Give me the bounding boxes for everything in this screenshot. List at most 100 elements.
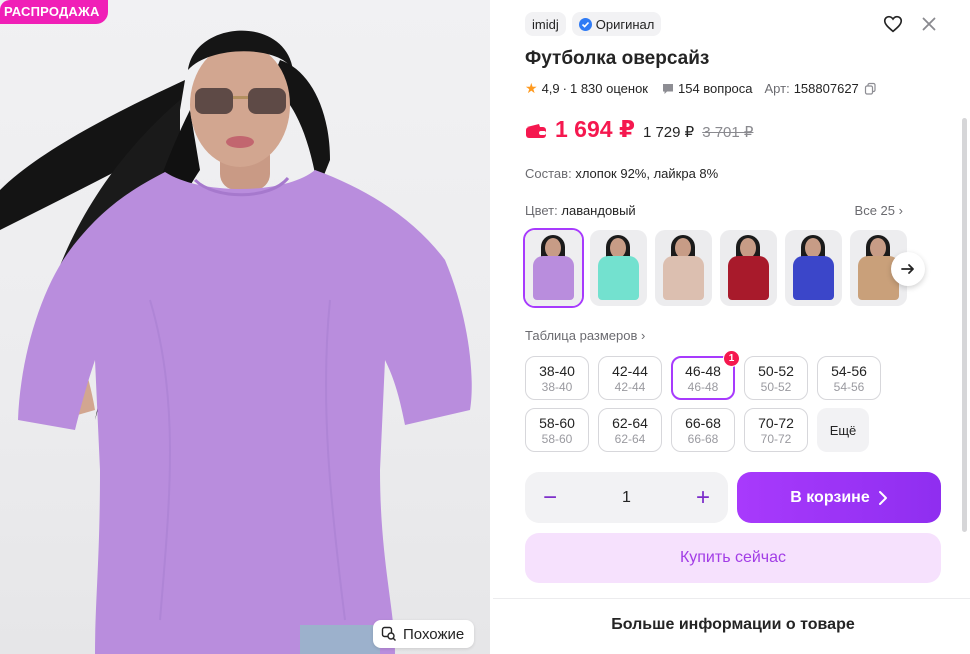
price-old: 3 701 ₽ xyxy=(702,124,754,141)
in-cart-label: В корзине xyxy=(790,488,870,506)
composition: Состав: хлопок 92%, лайкра 8% xyxy=(525,166,718,181)
star-icon: ★ xyxy=(525,80,538,96)
color-thumb-lavender[interactable] xyxy=(523,228,584,308)
chevron-right-icon: › xyxy=(641,328,646,343)
thumb-shirt xyxy=(728,256,769,300)
quantity-value: 1 xyxy=(622,488,631,506)
heart-icon[interactable] xyxy=(882,13,904,35)
model-illustration xyxy=(0,30,472,654)
size-ru: 54-56 xyxy=(831,363,867,379)
size-option[interactable]: 50-52 50-52 xyxy=(744,356,808,400)
rating-value: 4,9 xyxy=(541,81,560,96)
size-alt: 66-68 xyxy=(687,432,719,446)
quantity-stepper: − 1 + xyxy=(525,472,728,523)
verified-check-icon xyxy=(578,17,592,31)
color-label: Цвет: xyxy=(525,203,558,218)
brand-name: imidj xyxy=(532,16,559,32)
cart-count-badge: 1 xyxy=(723,350,740,367)
thumb-face xyxy=(740,238,756,258)
size-table-link[interactable]: Таблица размеров › xyxy=(525,328,645,343)
size-ru: 50-52 xyxy=(758,363,794,379)
question-icon xyxy=(662,83,673,94)
all-colors-link[interactable]: Все 25 › xyxy=(855,203,903,218)
color-thumbnails xyxy=(523,228,907,308)
thumb-face xyxy=(675,238,691,258)
size-option[interactable]: 66-68 66-68 xyxy=(671,408,735,452)
original-label: Оригинал xyxy=(595,16,655,32)
sale-badge: РАСПРОДАЖА xyxy=(0,0,108,24)
size-alt: 42-44 xyxy=(614,380,646,394)
size-ru: 42-44 xyxy=(612,363,648,379)
size-selector: 38-40 38-40 42-44 42-44 46-48 46-48 1 50-52 50-5… xyxy=(525,350,905,452)
thumb-face xyxy=(610,238,626,258)
size-option[interactable]: 58-60 58-60 xyxy=(525,408,589,452)
similar-button[interactable]: Похожие xyxy=(373,620,475,648)
size-alt: 50-52 xyxy=(760,380,792,394)
size-option[interactable]: 70-72 70-72 xyxy=(744,408,808,452)
size-alt: 62-64 xyxy=(614,432,646,446)
thumb-shirt xyxy=(663,256,704,300)
size-table-label: Таблица размеров xyxy=(525,328,638,343)
divider xyxy=(493,598,970,599)
price-regular: 1 729 ₽ xyxy=(642,124,695,141)
more-info-link[interactable]: Больше информации о товаре xyxy=(493,616,970,634)
size-alt: 46-48 xyxy=(687,380,719,394)
all-colors-label: Все 25 xyxy=(854,203,896,218)
thumb-shirt xyxy=(793,256,834,300)
color-thumb-blue[interactable] xyxy=(785,230,842,306)
product-modal: РАСПРОДАЖА Похожие imidj Оригинал Футбол… xyxy=(0,0,970,654)
questions-link[interactable]: 154 вопроса xyxy=(678,81,753,96)
increase-button[interactable]: + xyxy=(696,485,710,510)
close-icon[interactable] xyxy=(918,13,940,35)
chevron-right-icon: › xyxy=(898,203,903,218)
size-option[interactable]: 46-48 46-48 1 xyxy=(671,350,740,400)
color-thumb-mint[interactable] xyxy=(590,230,647,306)
thumb-face xyxy=(870,238,886,258)
top-actions xyxy=(882,13,940,35)
size-option[interactable]: 62-64 62-64 xyxy=(598,408,662,452)
reviews-link[interactable]: 1 830 оценок xyxy=(570,81,648,96)
size-option[interactable]: 38-40 38-40 xyxy=(525,356,589,400)
size-option[interactable]: 42-44 42-44 xyxy=(598,356,662,400)
article-number: 158807627 xyxy=(793,81,859,96)
copy-icon[interactable] xyxy=(864,82,877,95)
size-ru: 46-48 xyxy=(685,363,721,379)
more-sizes-button[interactable]: Ещё xyxy=(817,408,869,452)
price-row: 1 694 ₽ 1 729 ₽ 3 701 ₽ xyxy=(525,116,753,143)
similar-label: Похожие xyxy=(403,625,465,643)
scrollbar[interactable] xyxy=(962,118,967,532)
original-tag: Оригинал xyxy=(571,12,662,36)
product-title: Футболка оверсайз xyxy=(525,48,710,69)
size-ru: 58-60 xyxy=(539,415,575,431)
size-alt: 58-60 xyxy=(541,432,573,446)
similar-search-icon xyxy=(381,626,396,641)
thumbs-next-button[interactable] xyxy=(891,252,925,286)
color-value: лавандовый xyxy=(561,203,636,218)
buy-now-button[interactable]: Купить сейчас xyxy=(525,533,941,583)
price-with-wallet: 1 694 ₽ xyxy=(555,116,635,142)
color-thumb-burgundy[interactable] xyxy=(720,230,777,306)
product-photo[interactable]: РАСПРОДАЖА Похожие xyxy=(0,0,490,654)
article-label: Арт: xyxy=(764,81,790,96)
size-alt: 54-56 xyxy=(833,380,865,394)
arrow-right-icon xyxy=(901,264,914,274)
composition-label: Состав: xyxy=(525,166,572,181)
size-option[interactable]: 54-56 54-56 xyxy=(817,356,881,400)
brand-tag[interactable]: imidj xyxy=(525,12,566,36)
product-meta: ★ 4,9 · 1 830 оценок 154 вопроса Арт: 15… xyxy=(525,80,877,97)
color-thumb-beige[interactable] xyxy=(655,230,712,306)
wallet-icon xyxy=(526,123,546,138)
size-alt: 70-72 xyxy=(760,432,792,446)
in-cart-button[interactable]: В корзине xyxy=(737,472,941,523)
size-ru: 70-72 xyxy=(758,415,794,431)
color-row: Цвет: лавандовый Все 25 › xyxy=(525,203,903,218)
size-ru: 62-64 xyxy=(612,415,648,431)
thumb-shirt xyxy=(533,256,574,300)
thumb-face xyxy=(805,238,821,258)
thumb-shirt xyxy=(598,256,639,300)
thumb-face xyxy=(545,238,561,258)
chevron-right-icon xyxy=(878,490,887,505)
decrease-button[interactable]: − xyxy=(543,485,557,510)
composition-value: хлопок 92%, лайкра 8% xyxy=(575,166,719,181)
size-alt: 38-40 xyxy=(541,380,573,394)
